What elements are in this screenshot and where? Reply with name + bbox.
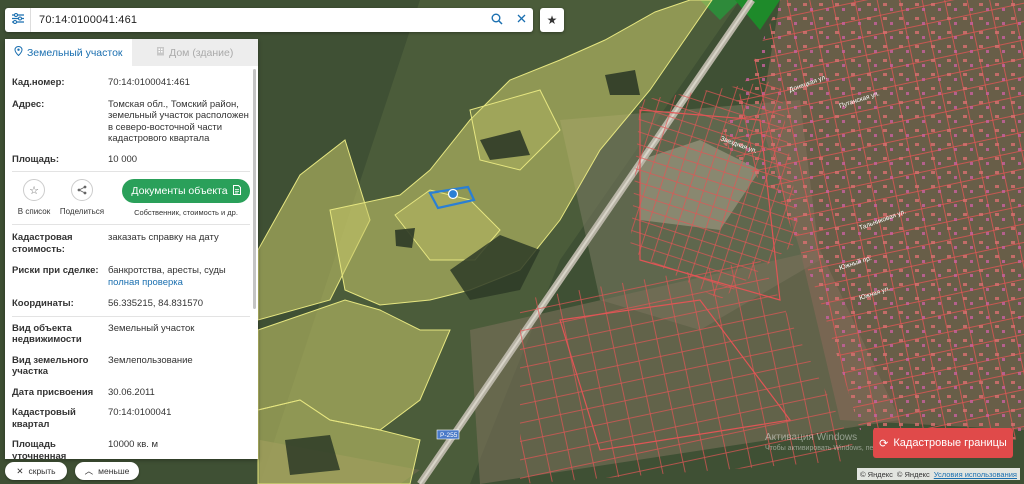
clear-search-button[interactable] [509,8,533,32]
tab-land-plot[interactable]: Земельный участок [5,39,132,66]
search-icon [491,13,503,28]
precise-area-label: Площадь уточненная [12,439,67,459]
panel-scrollbar[interactable] [253,69,256,309]
add-to-list-label: В список [17,207,51,216]
add-to-list-button[interactable]: ☆ В список [12,179,56,216]
cad-number-row: Кад.номер: 70:14:0100041:461 [12,66,250,89]
full-check-link[interactable]: полная проверка [108,277,250,289]
star-icon: ★ [546,13,558,27]
coords-row: Координаты: 56.335215, 84.831570 [12,288,250,310]
precise-area-row: Площадь уточненная 10000 кв. м [12,430,250,459]
refresh-icon: ⟳ [879,437,889,450]
quarter-value: 70:14:0100041 [108,407,172,418]
cad-cost-label: Кадастровая стоимость: [12,232,73,255]
copyright-text: © Яндекс [860,469,893,479]
tab-label: Дом (здание) [169,46,234,59]
close-icon: ✕ [16,465,24,476]
land-type-row: Вид земельного участка Землепользование [12,346,250,378]
cad-number-link[interactable]: 70:14:0100041:461 [108,77,250,89]
filter-menu-button[interactable] [5,8,31,32]
documents-button[interactable]: Документы объекта [122,179,250,203]
map-attribution: © Яндекс © Яндекс Условия использования [857,468,1020,480]
area-row: Площадь: 10 000 [12,145,250,166]
search-input[interactable]: 70:14:0100041:461 [31,14,485,26]
chevron-up-icon: ︿ [84,466,94,476]
search-bar: 70:14:0100041:461 [5,8,533,32]
bookmark-button[interactable]: ★ [540,8,564,32]
object-type-value: Земельный участок [108,322,195,334]
parcel-marker [447,188,459,200]
document-icon [232,184,241,198]
cad-number-label: Кад.номер: [12,77,65,88]
share-label: Поделиться [59,207,105,216]
terms-link[interactable]: Условия использования [934,470,1017,479]
documents-subtitle: Собственник, стоимость и др. [134,208,238,217]
search-button[interactable] [485,8,509,32]
less-button[interactable]: ︿ меньше [75,462,139,480]
assign-date-value: 30.06.2011 [108,386,155,398]
quarter-label: Кадастровый квартал [12,407,76,430]
order-certificate-link[interactable]: заказать справку на дату [108,232,250,255]
share-button[interactable]: Поделиться [60,179,104,216]
area-label: Площадь: [12,153,59,165]
star-outline-icon: ☆ [23,179,45,201]
info-panel: Земельный участок Дом (здание) Кад.номер… [5,39,258,459]
cad-cost-row: Кадастровая стоимость: заказать справку … [12,225,250,255]
precise-area-value: 10000 кв. м [108,439,159,450]
close-icon [517,14,526,26]
risks-value: банкротства, аресты, суды [108,265,226,276]
road-label: Р-255 [440,432,458,439]
tab-label: Земельный участок [26,46,123,59]
quarter-row: Кадастровый квартал 70:14:0100041 [12,398,250,430]
address-label: Адрес: [12,98,45,110]
hide-panel-button[interactable]: ✕ скрыть [5,462,67,480]
area-value: 10 000 [108,153,138,165]
sliders-icon [11,13,24,27]
object-type-label: Вид объекта недвижимости [12,322,82,346]
land-type-value: Землепользование [108,354,193,366]
coords-value: 56.335215, 84.831570 [108,298,204,309]
coords-label: Координаты: [12,298,74,309]
risks-label: Риски при сделке: [12,265,99,276]
risks-row: Риски при сделке: банкротства, аресты, с… [12,255,250,288]
tab-house[interactable]: Дом (здание) [131,39,258,66]
assign-date-label: Дата присвоения [12,386,94,398]
address-row: Адрес: Томская обл., Томский район, земе… [12,89,250,145]
panel-tabs: Земельный участок Дом (здание) [5,39,258,66]
cadastral-borders-label: Кадастровые границы [893,437,1007,449]
land-type-label: Вид земельного участка [12,354,89,378]
hide-label: скрыть [28,466,56,476]
actions-bar: ☆ В список Поделиться Документы объекта … [12,172,250,224]
documents-group: Документы объекта Собственник, стоимость… [122,179,250,217]
documents-label: Документы объекта [131,185,228,197]
building-icon [156,46,165,59]
copyright-text: © Яндекс [896,469,930,479]
less-label: меньше [98,466,130,476]
object-type-row: Вид объекта недвижимости Земельный участ… [12,317,250,346]
cadastral-borders-button[interactable]: ⟳ Кадастровые границы [873,428,1013,458]
address-value: Томская обл., Томский район, земельный у… [108,98,249,145]
share-icon [71,179,93,201]
assign-date-row: Дата присвоения 30.06.2011 [12,378,250,399]
pin-icon [14,45,23,59]
